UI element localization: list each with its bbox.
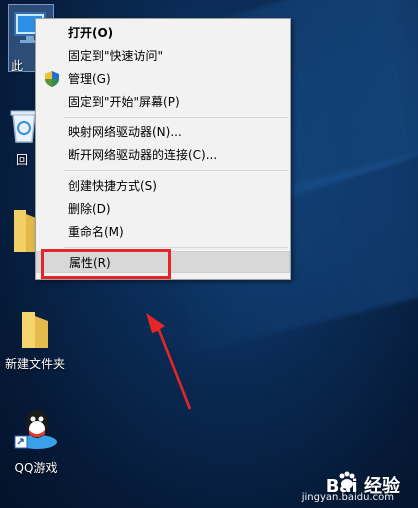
qq-game-icon — [14, 410, 57, 449]
desktop-icon-label: QQ游戏 — [14, 461, 58, 475]
annotation-highlight-box — [41, 249, 171, 279]
menu-separator — [64, 117, 288, 118]
menu-item-label: 断开网络驱动器的连接(C)... — [68, 148, 218, 162]
menu-item-create-shortcut[interactable]: 创建快捷方式(S) — [36, 175, 290, 197]
desktop-icon-new-folder[interactable]: 新建文件夹 — [2, 308, 68, 372]
paw-icon — [339, 471, 355, 489]
context-menu: 打开(O) 固定到"快速访问" 管理(G) 固定到"开始"屏幕(P) 映射网络驱… — [35, 18, 291, 280]
menu-item-map-network-drive[interactable]: 映射网络驱动器(N)... — [36, 121, 290, 143]
desktop-icon-qq-game[interactable]: QQ游戏 — [6, 404, 66, 476]
watermark-url: jingyan.baidu.com — [301, 492, 394, 503]
menu-item-label: 管理(G) — [68, 72, 111, 86]
menu-item-rename[interactable]: 重命名(M) — [36, 221, 290, 243]
menu-item-label: 固定到"开始"屏幕(P) — [68, 95, 180, 109]
menu-separator — [64, 170, 288, 171]
menu-item-manage[interactable]: 管理(G) — [36, 68, 290, 90]
menu-item-delete[interactable]: 删除(D) — [36, 198, 290, 220]
folder-icon — [22, 312, 48, 348]
desktop-icon-label: 此 — [11, 59, 24, 73]
menu-item-label: 固定到"快速访问" — [68, 49, 164, 63]
menu-item-disconnect-network-drive[interactable]: 断开网络驱动器的连接(C)... — [36, 144, 290, 166]
desktop-icon-label: 新建文件夹 — [4, 357, 65, 371]
shield-icon — [45, 71, 59, 87]
menu-item-label: 删除(D) — [68, 202, 111, 216]
menu-item-label: 创建快捷方式(S) — [68, 179, 157, 193]
menu-item-pin-start[interactable]: 固定到"开始"屏幕(P) — [36, 91, 290, 113]
menu-separator — [64, 247, 288, 248]
menu-item-label: 重命名(M) — [68, 225, 124, 239]
menu-item-open[interactable]: 打开(O) — [36, 22, 290, 44]
menu-item-pin-quick-access[interactable]: 固定到"快速访问" — [36, 45, 290, 67]
menu-item-label: 映射网络驱动器(N)... — [68, 125, 182, 139]
menu-item-label: 打开(O) — [68, 26, 114, 40]
